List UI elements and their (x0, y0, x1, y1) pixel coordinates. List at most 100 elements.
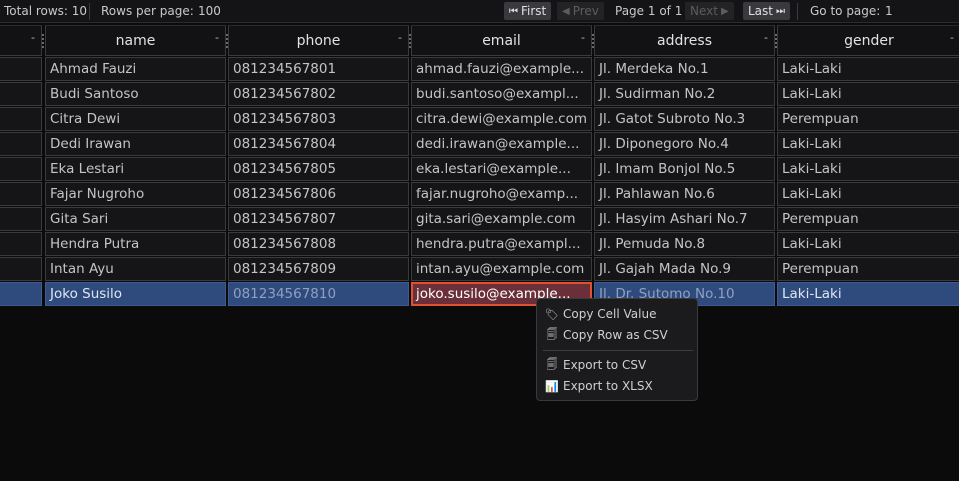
page-indicator: Page 1 of 1 (615, 4, 683, 18)
cell-name[interactable]: Hendra Putra (45, 232, 226, 256)
column-menu-icon[interactable]: - (215, 31, 219, 44)
cell-address[interactable]: Jl. Imam Bonjol No.5 (594, 157, 775, 181)
cell-phone[interactable]: 081234567802 (228, 82, 409, 106)
go-to-page-input[interactable]: 1 (885, 4, 893, 18)
column-menu-icon[interactable]: - (398, 31, 402, 44)
cell-name[interactable]: Intan Ayu (45, 257, 226, 281)
column-header-gender[interactable]: gender - (777, 25, 959, 56)
cell-address[interactable]: Jl. Gatot Subroto No.3 (594, 107, 775, 131)
row-index-cell[interactable] (0, 107, 42, 131)
cell-gender[interactable]: Laki-Laki (777, 82, 959, 106)
document-icon: 🗐 (546, 357, 558, 371)
cell-address[interactable]: Jl. Pemuda No.8 (594, 232, 775, 256)
row-index-cell[interactable] (0, 57, 42, 81)
row-index-cell[interactable] (0, 207, 42, 231)
rows-per-page-select[interactable]: 100 (198, 4, 221, 18)
cell-address[interactable]: Jl. Diponegoro No.4 (594, 132, 775, 156)
first-page-label: First (521, 4, 547, 18)
column-resize-handle[interactable] (42, 34, 44, 48)
total-rows-label: Total rows: 10 (4, 4, 88, 18)
column-header-name[interactable]: name - (45, 25, 228, 56)
column-menu-icon[interactable]: - (31, 31, 35, 44)
cell-gender[interactable]: Laki-Laki (777, 282, 959, 306)
cell-name[interactable]: Dedi Irawan (45, 132, 226, 156)
cell-phone[interactable]: 081234567808 (228, 232, 409, 256)
cell-gender[interactable]: Laki-Laki (777, 57, 959, 81)
prev-page-button[interactable]: ◀ Prev (557, 2, 604, 20)
column-menu-icon[interactable]: - (764, 31, 768, 44)
first-page-icon: ⏮ (509, 5, 518, 17)
cell-email[interactable]: budi.santoso@exampl... (411, 82, 592, 106)
cell-email[interactable]: hendra.putra@exampl... (411, 232, 592, 256)
export-to-xlsx-item[interactable]: 📊 Export to XLSX (545, 377, 653, 395)
cell-phone[interactable]: 081234567803 (228, 107, 409, 131)
cell-phone[interactable]: 081234567810 (228, 282, 409, 306)
cell-address[interactable]: Jl. Pahlawan No.6 (594, 182, 775, 206)
toolbar-divider (89, 3, 90, 20)
row-index-cell[interactable] (0, 232, 42, 256)
row-index-cell[interactable] (0, 82, 42, 106)
next-page-icon: ▶ (720, 5, 729, 17)
cell-email[interactable]: dedi.irawan@example... (411, 132, 592, 156)
cell-email[interactable]: citra.dewi@example.com (411, 107, 592, 131)
first-page-button[interactable]: ⏮ First (504, 2, 552, 20)
column-header-label: gender (844, 32, 894, 49)
cell-email[interactable]: ahmad.fauzi@example... (411, 57, 592, 81)
bar-chart-icon: 📊 (545, 379, 559, 393)
column-menu-icon[interactable]: - (950, 31, 954, 44)
cell-gender[interactable]: Perempuan (777, 107, 959, 131)
toolbar-divider (797, 3, 798, 20)
column-header-phone[interactable]: phone - (228, 25, 411, 56)
next-page-label: Next (690, 4, 718, 18)
row-index-cell[interactable] (0, 257, 42, 281)
cell-phone[interactable]: 081234567806 (228, 182, 409, 206)
cell-name[interactable]: Ahmad Fauzi (45, 57, 226, 81)
header-index-column[interactable]: - (0, 25, 44, 56)
cell-email[interactable]: gita.sari@example.com (411, 207, 592, 231)
column-menu-icon[interactable]: - (581, 31, 585, 44)
rows-per-page-label: Rows per page: (101, 4, 194, 18)
cell-name[interactable]: Eka Lestari (45, 157, 226, 181)
row-index-cell[interactable] (0, 157, 42, 181)
cell-phone[interactable]: 081234567809 (228, 257, 409, 281)
pagination-toolbar: Total rows: 10 Rows per page: 100 ⏮ Firs… (0, 0, 959, 23)
cell-name[interactable]: Citra Dewi (45, 107, 226, 131)
cell-address[interactable]: Jl. Hasyim Ashari No.7 (594, 207, 775, 231)
column-header-label: address (656, 32, 712, 49)
cell-gender[interactable]: Laki-Laki (777, 182, 959, 206)
cell-gender[interactable]: Laki-Laki (777, 132, 959, 156)
last-page-icon: ⏭ (776, 5, 785, 17)
cell-name[interactable]: Joko Susilo (45, 282, 226, 306)
cell-name[interactable]: Budi Santoso (45, 82, 226, 106)
cell-phone[interactable]: 081234567805 (228, 157, 409, 181)
cell-phone[interactable]: 081234567807 (228, 207, 409, 231)
cell-name[interactable]: Gita Sari (45, 207, 226, 231)
cell-gender[interactable]: Laki-Laki (777, 157, 959, 181)
cell-phone[interactable]: 081234567801 (228, 57, 409, 81)
last-page-button[interactable]: Last ⏭ (743, 2, 790, 20)
cell-phone[interactable]: 081234567804 (228, 132, 409, 156)
cell-email[interactable]: fajar.nugroho@examp... (411, 182, 592, 206)
cell-gender[interactable]: Perempuan (777, 207, 959, 231)
copy-row-as-csv-item[interactable]: 🗐 Copy Row as CSV (545, 326, 668, 344)
column-header-label: phone (296, 32, 341, 49)
cell-email[interactable]: intan.ayu@example.com (411, 257, 592, 281)
copy-cell-value-item[interactable]: 🏷 Copy Cell Value (545, 305, 656, 323)
row-index-cell[interactable] (0, 132, 42, 156)
cell-gender[interactable]: Perempuan (777, 257, 959, 281)
column-header-address[interactable]: address - (594, 25, 777, 56)
row-index-cell[interactable] (0, 182, 42, 206)
cell-address[interactable]: Jl. Gajah Mada No.9 (594, 257, 775, 281)
column-header-label: email (482, 32, 521, 49)
next-page-button[interactable]: Next ▶ (685, 2, 734, 20)
cell-address[interactable]: Jl. Merdeka No.1 (594, 57, 775, 81)
column-header-email[interactable]: email - (411, 25, 594, 56)
cell-name[interactable]: Fajar Nugroho (45, 182, 226, 206)
cell-email[interactable]: eka.lestari@example... (411, 157, 592, 181)
cell-address[interactable]: Jl. Sudirman No.2 (594, 82, 775, 106)
menu-item-label: Export to CSV (563, 358, 647, 372)
export-to-csv-item[interactable]: 🗐 Export to CSV (545, 356, 647, 374)
cell-gender[interactable]: Laki-Laki (777, 232, 959, 256)
row-index-cell[interactable] (0, 282, 42, 306)
menu-item-label: Copy Row as CSV (563, 328, 668, 342)
